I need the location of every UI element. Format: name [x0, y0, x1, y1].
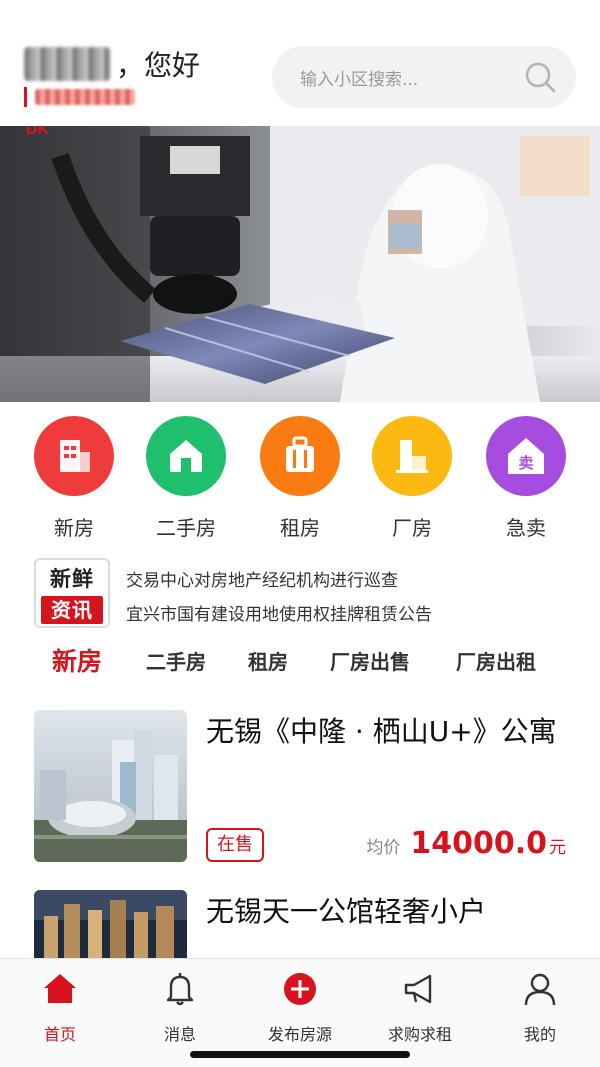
listing-tabs: 新房 二手房 租房 厂房出售 厂房出租 — [0, 646, 600, 690]
tab-second-hand[interactable]: 二手房 — [146, 646, 206, 675]
plus-circle-icon[interactable] — [280, 969, 320, 1009]
home-icon[interactable] — [40, 969, 80, 1009]
user-icon[interactable] — [520, 969, 560, 1009]
category-label: 新房 — [54, 516, 94, 540]
house-icon[interactable] — [146, 416, 226, 496]
news-badge-top: 新鲜 — [50, 567, 94, 591]
nav-label: 发布房源 — [267, 1025, 332, 1044]
category-second-hand[interactable]: 二手房 — [136, 416, 236, 541]
category-new-house[interactable]: 新房 — [24, 416, 124, 541]
nav-label: 我的 — [523, 1025, 556, 1044]
building-icon[interactable] — [34, 416, 114, 496]
news-badge-bottom: 资讯 — [41, 596, 103, 624]
subtitle-accent-bar — [24, 87, 27, 107]
category-label: 厂房 — [392, 516, 432, 540]
home-indicator — [190, 1051, 410, 1058]
nav-label: 消息 — [163, 1025, 196, 1044]
listing-price: 均价 14000.0 元 — [366, 826, 566, 861]
listing-card[interactable]: 无锡天一公馆轻奢小户 — [34, 890, 574, 958]
user-name-blurred — [24, 47, 110, 81]
status-badge: 在售 — [206, 828, 264, 862]
category-label: 急卖 — [506, 516, 546, 540]
tab-new-house[interactable]: 新房 — [52, 642, 102, 678]
tab-factory-rent[interactable]: 厂房出租 — [456, 646, 536, 675]
category-urgent-sale[interactable]: 卖 急卖 — [476, 416, 576, 541]
nav-wanted[interactable]: 求购求租 — [360, 969, 480, 1045]
nav-publish[interactable]: 发布房源 — [240, 969, 360, 1045]
category-grid: 新房 二手房 租房 厂房 卖 急卖 — [0, 416, 600, 546]
listing-card[interactable]: 无锡《中隆 · 栖山U+》公寓 在售 均价 14000.0 元 — [34, 710, 574, 862]
megaphone-icon[interactable] — [400, 969, 440, 1009]
news-item[interactable]: 交易中心对房地产经纪机构进行巡查 — [126, 566, 398, 591]
sell-house-icon[interactable]: 卖 — [486, 416, 566, 496]
category-rent[interactable]: 租房 — [250, 416, 350, 541]
svg-text:DK: DK — [26, 126, 50, 138]
news-ticker: 新鲜 资讯 交易中心对房地产经纪机构进行巡查 宜兴市国有建设用地使用权挂牌租赁公… — [34, 556, 574, 628]
category-label: 二手房 — [156, 516, 216, 540]
listing-title[interactable]: 无锡天一公馆轻奢小户 — [206, 890, 574, 934]
search-placeholder[interactable]: 输入小区搜索... — [300, 65, 522, 90]
nav-home[interactable]: 首页 — [0, 969, 120, 1045]
header: ，您好 输入小区搜索... — [0, 0, 600, 126]
greeting-text: ，您好 — [116, 49, 201, 82]
banner-image[interactable]: DK — [0, 126, 600, 402]
svg-text:卖: 卖 — [518, 454, 533, 472]
bell-icon[interactable] — [160, 969, 200, 1009]
listing-thumbnail[interactable] — [34, 890, 187, 958]
tab-rent[interactable]: 租房 — [248, 646, 288, 675]
nav-mine[interactable]: 我的 — [480, 969, 600, 1045]
tab-factory-sale[interactable]: 厂房出售 — [330, 646, 410, 675]
nav-label: 求购求租 — [387, 1025, 452, 1044]
search-bar[interactable]: 输入小区搜索... — [272, 46, 576, 108]
user-subtitle — [24, 86, 135, 108]
price-unit: 元 — [549, 838, 566, 858]
news-item[interactable]: 宜兴市国有建设用地使用权挂牌租赁公告 — [126, 600, 432, 625]
search-icon[interactable] — [522, 59, 558, 95]
luggage-icon[interactable] — [260, 416, 340, 496]
category-factory[interactable]: 厂房 — [362, 416, 462, 541]
user-subtitle-blurred — [35, 89, 135, 105]
listing-title[interactable]: 无锡《中隆 · 栖山U+》公寓 — [206, 710, 574, 754]
factory-icon[interactable] — [372, 416, 452, 496]
greeting: ，您好 — [24, 44, 200, 84]
news-badge: 新鲜 资讯 — [34, 558, 110, 628]
price-value: 14000.0 — [410, 826, 547, 861]
banner-illustration: DK — [0, 126, 600, 402]
nav-messages[interactable]: 消息 — [120, 969, 240, 1045]
listing-thumbnail[interactable] — [34, 710, 187, 862]
price-label: 均价 — [366, 838, 401, 858]
nav-label: 首页 — [43, 1025, 76, 1044]
category-label: 租房 — [280, 516, 320, 540]
